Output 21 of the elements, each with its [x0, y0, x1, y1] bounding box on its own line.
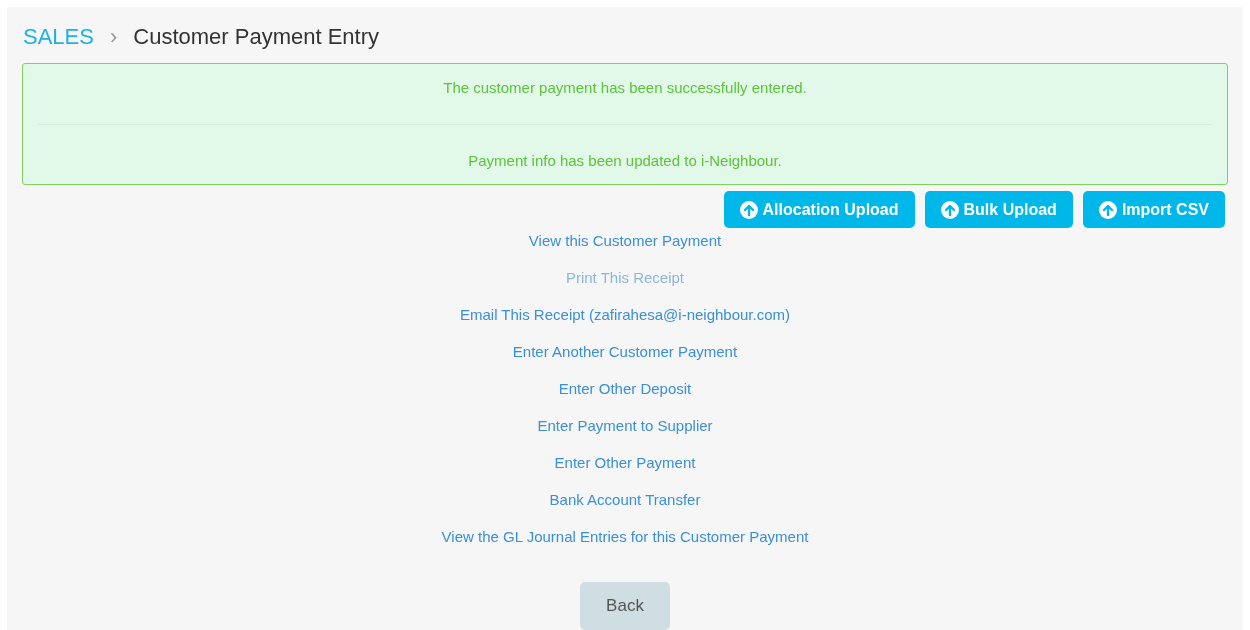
upload-icon	[1098, 200, 1117, 219]
action-link[interactable]: Enter Other Payment	[554, 452, 696, 474]
action-link[interactable]: Enter Other Deposit	[558, 378, 692, 400]
upload-icon	[739, 200, 758, 219]
page-title: Customer Payment Entry	[133, 22, 379, 51]
back-button[interactable]: Back	[580, 582, 670, 630]
upload-button[interactable]: Import CSV	[1082, 191, 1225, 228]
action-link[interactable]: Enter Another Customer Payment	[512, 341, 738, 363]
breadcrumb-link[interactable]: SALES	[23, 19, 94, 53]
alert-message: The customer payment has been successfully entered.	[443, 79, 807, 96]
upload-button[interactable]: Allocation Upload	[723, 191, 915, 228]
action-link[interactable]: Print This Receipt	[565, 267, 685, 289]
action-link[interactable]: Email This Receipt (zafirahesa@i-neighbour.com)	[459, 304, 791, 326]
action-link[interactable]: View the GL Journal Entries for this Customer Payment	[441, 526, 809, 548]
upload-icon	[940, 200, 959, 219]
alert-message: Payment info has been updated to i-Neighbour.	[468, 152, 782, 169]
breadcrumb-separator: ›	[109, 22, 118, 51]
upload-button[interactable]: Bulk Upload	[924, 191, 1073, 228]
action-link[interactable]: Enter Payment to Supplier	[537, 415, 713, 437]
action-link[interactable]: View this Customer Payment	[528, 230, 722, 252]
action-link[interactable]: Bank Account Transfer	[549, 489, 701, 511]
